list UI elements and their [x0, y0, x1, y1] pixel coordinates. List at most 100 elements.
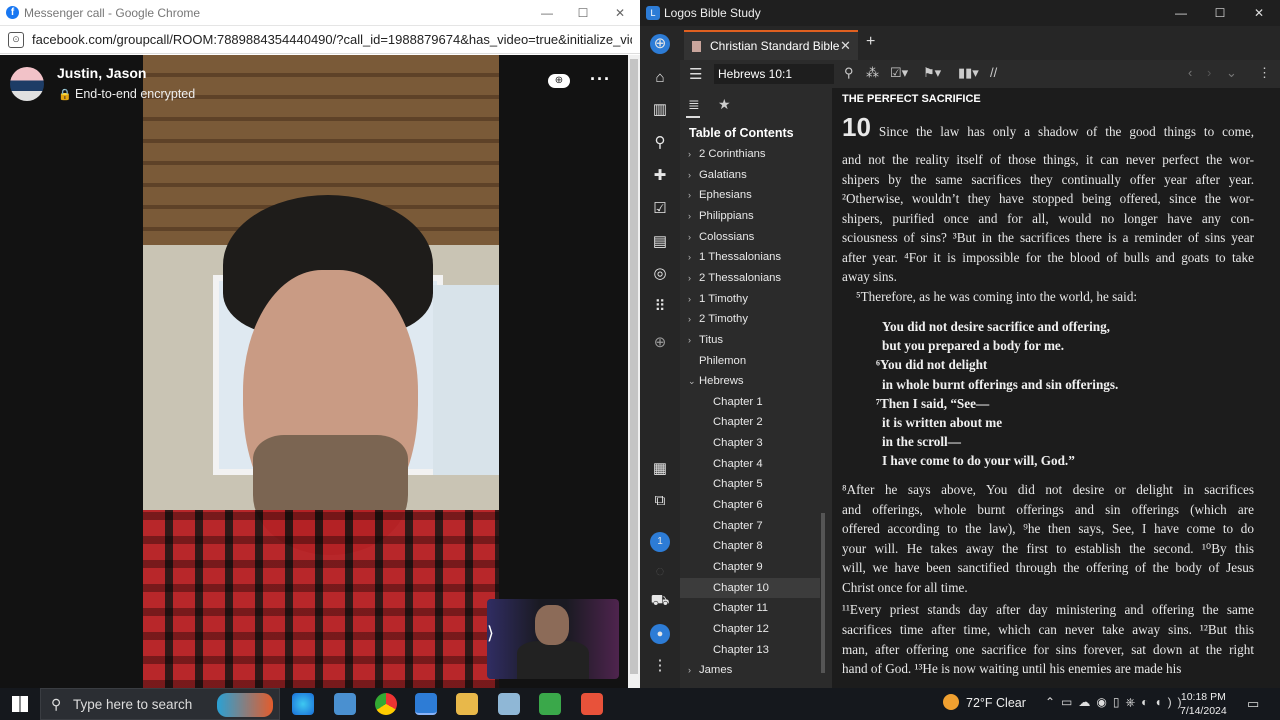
chevron-icon[interactable]: › — [688, 660, 691, 680]
back-icon[interactable]: ‹ — [1188, 65, 1192, 80]
notification-icon[interactable]: ▭ — [1247, 696, 1259, 712]
chrome-title-bar[interactable]: f Messenger call - Google Chrome — ☐ ✕ — [0, 0, 640, 26]
recorder-icon[interactable] — [581, 693, 603, 715]
app-icon[interactable] — [498, 693, 520, 715]
chevron-icon[interactable]: › — [688, 247, 691, 267]
toc-item[interactable]: Chapter 13 — [680, 640, 820, 660]
menu-icon[interactable]: ☰ — [689, 65, 702, 83]
toc-item[interactable]: Chapter 9 — [680, 557, 820, 577]
document-icon[interactable]: ▤ — [650, 232, 670, 252]
tag-icon[interactable]: ⚑▾ — [923, 65, 941, 81]
url-text[interactable]: facebook.com/groupcall/ROOM:788988435444… — [32, 32, 632, 47]
toc-item[interactable]: Chapter 3 — [680, 433, 820, 453]
search-icon[interactable]: ⚲ — [844, 65, 854, 81]
close-button[interactable]: ✕ — [1240, 0, 1278, 26]
file-explorer-icon[interactable] — [456, 693, 478, 715]
toc-item[interactable]: Chapter 2 — [680, 412, 820, 432]
toc-item[interactable]: › 2 Timothy — [680, 309, 820, 329]
library-icon[interactable]: ▥ — [650, 100, 670, 120]
history-dropdown-icon[interactable]: ⌄ — [1226, 65, 1237, 81]
chrome-icon[interactable] — [375, 693, 397, 715]
store-icon[interactable] — [334, 693, 356, 715]
account-icon[interactable]: ● — [650, 624, 670, 644]
chevron-icon[interactable]: › — [688, 268, 691, 288]
toc-item[interactable]: › James — [680, 660, 820, 680]
self-video-preview[interactable] — [487, 599, 619, 679]
toc-item[interactable]: Chapter 1 — [680, 392, 820, 412]
toc-item[interactable]: ⌄ Hebrews — [680, 371, 820, 391]
logos-taskbar-icon[interactable] — [415, 693, 437, 715]
logos-title-bar[interactable]: L Logos Bible Study — ☐ ✕ — [640, 0, 1280, 26]
toc-item[interactable]: › 2 Corinthians — [680, 146, 820, 164]
logos-home-icon[interactable]: ⊕ — [650, 34, 670, 54]
chevron-icon[interactable]: › — [688, 309, 691, 329]
taskbar-search-box[interactable]: ⚲ Type here to search — [40, 688, 280, 720]
toc-item[interactable]: › 1 Timothy — [680, 289, 820, 309]
toc-item[interactable]: Chapter 10 — [680, 577, 820, 598]
parallel-icon[interactable]: ▮▮▾ — [958, 65, 979, 81]
chevron-icon[interactable]: › — [688, 206, 691, 226]
chevron-icon[interactable]: › — [688, 146, 691, 164]
bible-text-pane[interactable]: THE PERFECT SACRIFICE 10 Since the law h… — [832, 88, 1280, 688]
chevron-icon[interactable]: › — [688, 185, 691, 205]
more-vertical-icon[interactable]: ⋮ — [1258, 65, 1271, 81]
clock[interactable]: 10:18 PM 7/14/2024 — [1180, 690, 1227, 718]
visual-filters-icon[interactable]: ☑▾ — [890, 65, 908, 81]
close-button[interactable]: ✕ — [601, 0, 639, 26]
add-icon[interactable]: ⊕ — [650, 333, 670, 353]
more-options-icon[interactable]: ··· — [590, 69, 611, 90]
new-tab-icon[interactable]: + — [866, 33, 875, 51]
page-scrollbar[interactable] — [628, 55, 640, 688]
toc-item[interactable]: Chapter 4 — [680, 454, 820, 474]
tab-christian-standard-bible[interactable]: Christian Standard Bible ✕ — [684, 30, 858, 60]
toc-item[interactable]: Chapter 11 — [680, 598, 820, 618]
sync-icon[interactable]: ◌ — [650, 562, 670, 582]
favorites-star-icon[interactable]: ★ — [718, 96, 731, 113]
avatar[interactable] — [10, 67, 44, 101]
toc-item[interactable]: Philemon — [680, 351, 820, 371]
game-controller-icon[interactable]: ⊕ — [548, 74, 570, 88]
toc-item[interactable]: Chapter 8 — [680, 536, 820, 556]
chevron-icon[interactable]: › — [688, 165, 691, 185]
link-icon[interactable]: // — [990, 65, 997, 80]
toc-item[interactable]: › Philippians — [680, 206, 820, 226]
more-vertical-icon[interactable]: ⋮ — [650, 656, 670, 676]
toc-item[interactable]: › 2 Thessalonians — [680, 268, 820, 288]
guide-icon[interactable]: ✚ — [650, 166, 670, 186]
chevron-icon[interactable]: › — [688, 227, 691, 247]
video-call-area[interactable]: Justin, Jason 🔒 End-to-end encrypted ⊕ ·… — [0, 55, 628, 688]
toc-item[interactable]: Chapter 7 — [680, 516, 820, 536]
minimize-button[interactable]: — — [528, 0, 566, 26]
cart-icon[interactable]: ⛟ — [650, 591, 670, 611]
close-tab-icon[interactable]: ✕ — [840, 38, 851, 54]
toc-item[interactable]: › Titus — [680, 330, 820, 350]
chevron-icon[interactable]: › — [688, 289, 691, 309]
system-tray-icons[interactable]: ⌃▭☁◉▯⎈◐◖)) — [1045, 695, 1188, 710]
maximize-button[interactable]: ☐ — [564, 0, 602, 26]
site-info-icon[interactable]: ⊙ — [8, 32, 24, 48]
address-bar[interactable]: ⊙ facebook.com/groupcall/ROOM:7889884354… — [0, 26, 640, 54]
toc-item[interactable]: Chapter 6 — [680, 495, 820, 515]
windows-start-icon[interactable] — [12, 696, 28, 712]
toc-scrollbar[interactable] — [821, 513, 825, 673]
edge-icon[interactable] — [292, 693, 314, 715]
toc-item[interactable]: › Colossians — [680, 227, 820, 247]
minimize-button[interactable]: — — [1162, 0, 1200, 26]
weather-icon[interactable] — [943, 694, 959, 710]
toc-item[interactable]: Chapter 5 — [680, 474, 820, 494]
maximize-button[interactable]: ☐ — [1201, 0, 1239, 26]
checklist-icon[interactable]: ☑ — [650, 199, 670, 219]
chevron-icon[interactable]: ⌄ — [688, 371, 696, 391]
toc-item[interactable]: › 1 Thessalonians — [680, 247, 820, 267]
camtasia-icon[interactable] — [539, 693, 561, 715]
people-icon[interactable]: ⁂ — [866, 65, 879, 81]
toc-item[interactable]: › Galatians — [680, 165, 820, 185]
weather-text[interactable]: 72°F Clear — [966, 696, 1026, 710]
home-icon[interactable]: ⌂ — [650, 68, 670, 88]
settings-circle-icon[interactable]: ◎ — [650, 264, 670, 284]
layouts-icon[interactable]: ▦ — [650, 459, 670, 479]
collapse-preview-icon[interactable]: ⟩ — [487, 623, 494, 644]
apps-grid-icon[interactable]: ⠿ — [650, 297, 670, 317]
chevron-icon[interactable]: › — [688, 330, 691, 350]
notification-badge-icon[interactable]: 1 — [650, 532, 670, 552]
